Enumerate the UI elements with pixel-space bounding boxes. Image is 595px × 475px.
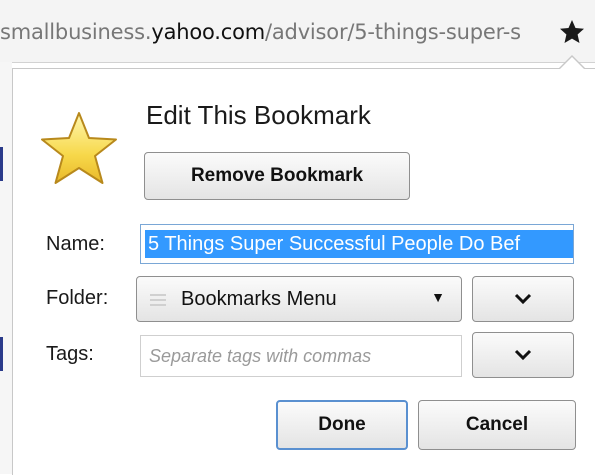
folder-expand-button[interactable] [472, 276, 574, 322]
remove-bookmark-button[interactable]: Remove Bookmark [144, 152, 410, 200]
cancel-button[interactable]: Cancel [418, 400, 576, 450]
url-domain: yahoo.com [151, 20, 266, 44]
star-icon [38, 110, 120, 188]
folder-icon [149, 290, 167, 308]
page-background-edge [0, 62, 12, 474]
name-value: 5 Things Super Successful People Do Bef [145, 230, 573, 258]
cancel-label: Cancel [465, 414, 529, 435]
remove-bookmark-label: Remove Bookmark [190, 165, 364, 186]
url-text[interactable]: smallbusiness.yahoo.com/advisor/5-things… [0, 20, 521, 44]
address-bar[interactable]: smallbusiness.yahoo.com/advisor/5-things… [0, 0, 595, 63]
tags-expand-button[interactable] [472, 332, 574, 378]
tags-field[interactable] [140, 335, 462, 377]
folder-dropdown[interactable]: Bookmarks Menu ▼ [136, 276, 462, 322]
folder-label: Folder: [46, 287, 109, 309]
tags-label: Tags: [46, 343, 94, 365]
page-edge-mark [0, 147, 3, 181]
folder-value: Bookmarks Menu [181, 288, 337, 310]
url-path: /advisor/5-things-super-s [265, 20, 521, 44]
star-filled-icon[interactable] [558, 18, 586, 46]
name-label: Name: [46, 233, 105, 255]
name-field[interactable]: 5 Things Super Successful People Do Bef [140, 224, 574, 264]
tags-input[interactable] [141, 336, 461, 376]
done-button[interactable]: Done [276, 400, 408, 450]
panel-arrow-fill [560, 57, 584, 69]
page-edge-mark [0, 337, 3, 371]
panel-title: Edit This Bookmark [146, 100, 371, 130]
dropdown-caret-icon: ▼ [431, 289, 445, 305]
url-prefix: smallbusiness. [0, 20, 152, 44]
chevron-down-icon [514, 293, 532, 305]
done-label: Done [318, 414, 366, 435]
chevron-down-icon [514, 349, 532, 361]
